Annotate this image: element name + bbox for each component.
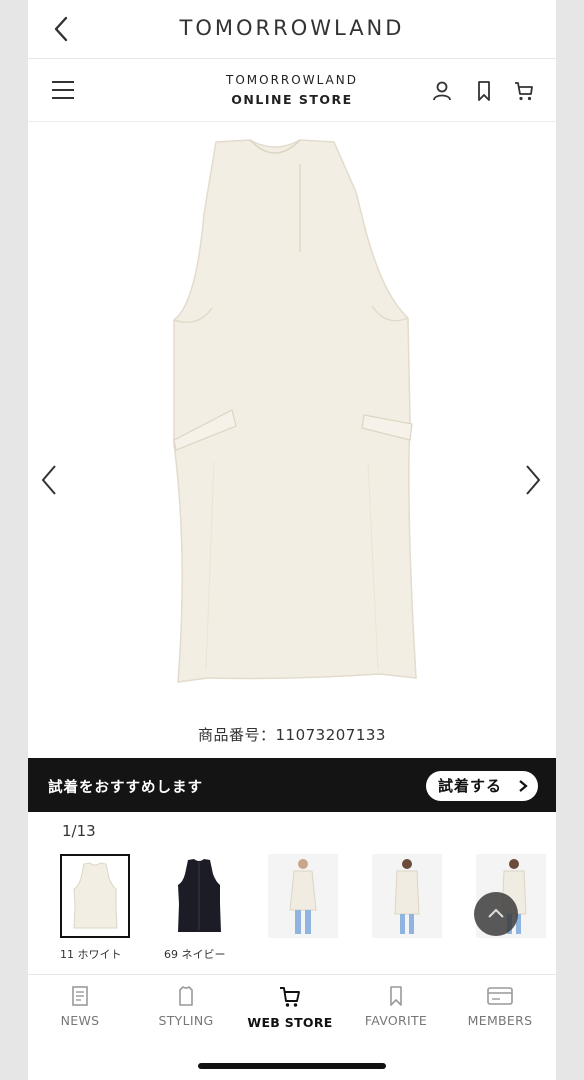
chevron-up-icon [488,908,504,918]
product-image[interactable] [28,122,556,722]
card-icon [487,987,513,1005]
image-counter: 1/13 [62,822,96,840]
bottom-nav: NEWS STYLING WEB STORE FAVORITE MEMBERS [28,974,556,1035]
nav-favorite[interactable]: FAVORITE [346,985,446,1028]
home-indicator[interactable] [198,1063,386,1069]
chevron-right-icon [519,780,528,792]
tryon-message: 試着をおすすめします [48,780,203,796]
next-image-arrow-icon[interactable] [522,462,544,498]
nav-styling[interactable]: STYLING [136,985,236,1028]
thumbnail-white[interactable] [60,854,130,938]
tryon-banner: 試着をおすすめします 試着する [28,758,556,812]
model-photo-2 [372,854,442,938]
thumbnail-model-side[interactable] [372,854,442,938]
nav-web-store-label: WEB STORE [247,1015,333,1030]
app-bar: TOMORROWLAND [28,0,556,59]
cart-icon[interactable] [512,79,536,103]
cart-icon [280,987,300,1007]
nav-members-label: MEMBERS [467,1013,533,1028]
product-code: 商品番号：11073207133 [198,726,386,744]
thumbnail-model-front[interactable] [268,854,338,938]
tryon-button[interactable]: 試着する [426,771,538,801]
news-icon [72,986,88,1006]
navy-vest-thumbnail-image [178,859,221,932]
thumbnail-label-navy: 69 ネイビー [164,948,226,961]
thumbnail-label-white: 11 ホワイト [60,948,122,961]
styling-icon [179,986,193,1006]
nav-styling-label: STYLING [158,1013,214,1028]
bookmark-icon [390,986,402,1006]
scroll-to-top-button[interactable] [474,892,518,936]
right-gutter [556,0,584,1080]
store-header: TOMORROWLAND ONLINE STORE [28,59,556,122]
thumbnail-navy[interactable] [164,854,234,938]
left-gutter [0,0,28,1080]
bookmark-icon[interactable] [472,79,496,103]
phone-screen: TOMORROWLAND TOMORROWLAND ONLINE STORE 商… [28,0,556,1080]
nav-news-label: NEWS [60,1013,100,1028]
nav-favorite-label: FAVORITE [364,1013,428,1028]
app-title: TOMORROWLAND [179,16,405,40]
nav-news[interactable]: NEWS [30,985,130,1028]
account-icon[interactable] [430,79,454,103]
prev-image-arrow-icon[interactable] [38,462,60,498]
tryon-button-label: 試着する [438,777,503,795]
model-photo-1 [268,854,338,938]
nav-members[interactable]: MEMBERS [450,985,550,1028]
white-vest-thumbnail-image [73,862,118,929]
nav-web-store[interactable]: WEB STORE [240,985,340,1030]
